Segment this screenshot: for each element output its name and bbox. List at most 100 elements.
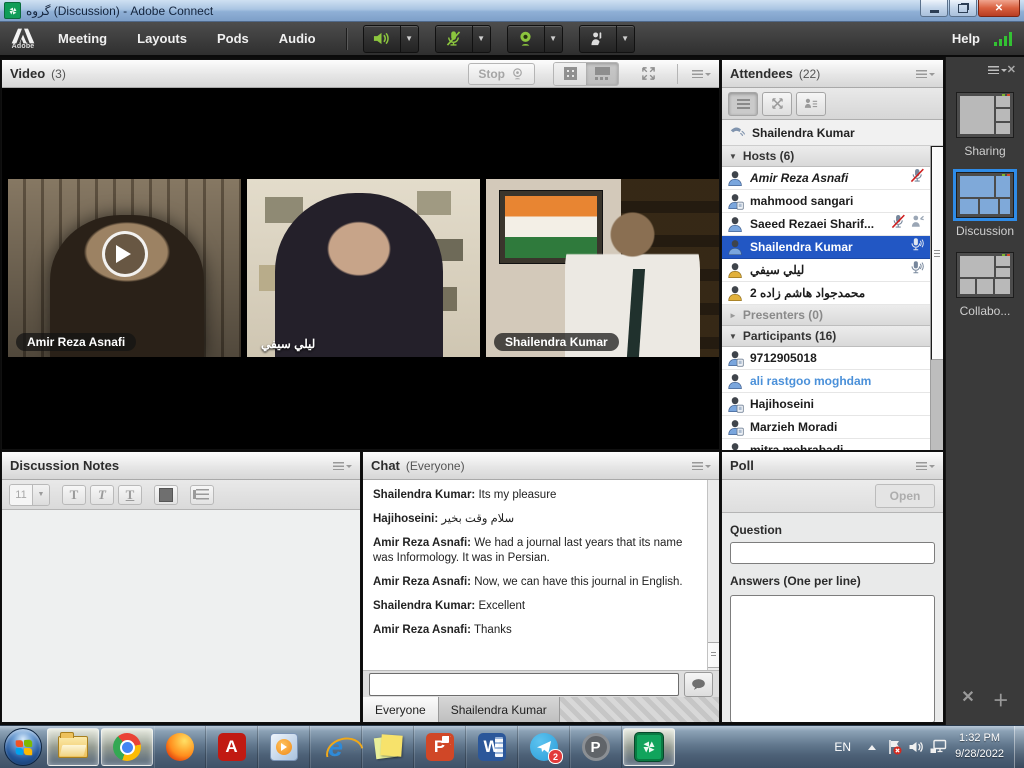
- poll-answers-textarea[interactable]: [730, 595, 935, 722]
- video-feed: Shailendra Kumar: [486, 179, 719, 357]
- speaker-button[interactable]: [363, 25, 401, 53]
- webcam-button[interactable]: [507, 25, 545, 53]
- attendee-row[interactable]: Amir Reza Asnafi: [722, 167, 930, 190]
- layout-sidebar-menu-icon[interactable]: [988, 64, 1007, 75]
- attendees-scrollbar[interactable]: [930, 146, 943, 450]
- fullscreen-button[interactable]: [635, 63, 661, 85]
- attendees-section-participants[interactable]: ▼ Participants (16): [722, 326, 930, 347]
- taskbar-acrobat[interactable]: A: [206, 726, 258, 768]
- taskbar-adobe-connect[interactable]: [623, 728, 675, 766]
- volume-icon[interactable]: [905, 726, 927, 768]
- attendees-pod-menu-icon[interactable]: [916, 68, 935, 79]
- attendee-row[interactable]: ليلي سيفي: [722, 259, 930, 282]
- raise-hand-button[interactable]: [579, 25, 617, 53]
- attendee-row[interactable]: mitra mehrabadi: [722, 439, 930, 450]
- poll-question-input[interactable]: [730, 542, 935, 564]
- attendee-avatar: [727, 216, 745, 233]
- send-message-button[interactable]: [684, 672, 713, 697]
- show-desktop-button[interactable]: [1014, 726, 1024, 768]
- filmstrip-view-button[interactable]: [586, 63, 618, 85]
- layout-tools-icon[interactable]: ✕: [961, 687, 974, 711]
- help-menu[interactable]: Help: [952, 31, 980, 46]
- webcam-dropdown[interactable]: ▼: [545, 25, 563, 53]
- attendees-section-hosts[interactable]: ▼ Hosts (6): [722, 146, 930, 167]
- action-center-flag-icon[interactable]: [883, 726, 905, 768]
- taskbar-explorer[interactable]: [47, 728, 99, 766]
- taskbar-chrome[interactable]: [101, 728, 153, 766]
- menus: Meeting Layouts Pods Audio: [58, 31, 346, 46]
- menu-audio[interactable]: Audio: [279, 31, 316, 46]
- taskbar-clock[interactable]: 1:32 PM 9/28/2022: [949, 731, 1014, 763]
- taskbar-telegram[interactable]: 2: [518, 726, 570, 768]
- attendee-row[interactable]: Marzieh Moradi: [722, 416, 930, 439]
- taskbar-powerpoint[interactable]: P: [414, 726, 466, 768]
- video-pod-menu-icon[interactable]: [692, 68, 711, 79]
- chat-message: Amir Reza Asnafi: Thanks: [373, 623, 697, 638]
- speaker-dropdown[interactable]: ▼: [401, 25, 419, 53]
- network-icon[interactable]: [927, 726, 949, 768]
- mic-live-icon: [909, 237, 925, 257]
- layout-label: Sharing: [964, 144, 1005, 158]
- triangle-right-icon: ►: [729, 311, 737, 320]
- attendees-section-presenters[interactable]: ► Presenters (0): [722, 305, 930, 326]
- taskbar-firefox[interactable]: [154, 726, 206, 768]
- restore-button[interactable]: [949, 0, 977, 17]
- sidebar-layout-discussion[interactable]: Discussion: [946, 172, 1024, 238]
- attendee-status-view-button[interactable]: [796, 92, 826, 116]
- attendee-row[interactable]: Hajihoseini: [722, 393, 930, 416]
- attendee-row[interactable]: محمدجواد هاشم زاده 2: [722, 282, 930, 305]
- attendee-row[interactable]: 9712905018: [722, 347, 930, 370]
- add-layout-icon[interactable]: ＋: [993, 687, 1009, 711]
- minimize-button[interactable]: [920, 0, 948, 17]
- language-indicator[interactable]: EN: [824, 740, 861, 754]
- attendee-row[interactable]: Shailendra Kumar: [722, 236, 930, 259]
- taskbar-ie[interactable]: e: [310, 726, 362, 768]
- attendee-avatar: [727, 396, 745, 413]
- attendees-pod-count: (22): [799, 67, 820, 81]
- menu-layouts[interactable]: Layouts: [137, 31, 187, 46]
- chat-tab-everyone[interactable]: Everyone: [363, 697, 439, 722]
- sticky-notes-icon: [374, 733, 402, 761]
- taskbar-psiphon[interactable]: P: [570, 726, 622, 768]
- menu-meeting[interactable]: Meeting: [58, 31, 107, 46]
- attendee-row[interactable]: mahmood sangari: [722, 190, 930, 213]
- attendees-pod-title: Attendees: [730, 66, 793, 81]
- attendee-row[interactable]: ali rastgoo moghdam: [722, 370, 930, 393]
- notes-pod-menu-icon[interactable]: [333, 460, 352, 471]
- breakout-view-button[interactable]: [762, 92, 792, 116]
- attendee-name: Hajihoseini: [750, 397, 920, 411]
- video-feed: ليلي سيفي: [247, 179, 480, 357]
- window-title: گروه (Discussion) - Adobe Connect: [26, 4, 920, 18]
- taskbar-wmp[interactable]: [258, 726, 310, 768]
- notes-editor-area[interactable]: [2, 510, 360, 722]
- grid-view-button[interactable]: [554, 63, 586, 85]
- attendee-list-view-button[interactable]: [728, 92, 758, 116]
- taskbar-sticky-notes[interactable]: [362, 726, 414, 768]
- chat-input[interactable]: [369, 673, 679, 696]
- poll-pod-menu-icon[interactable]: [916, 460, 935, 471]
- window-titlebar: گروه (Discussion) - Adobe Connect ✕: [0, 0, 1024, 22]
- microphone-dropdown[interactable]: ▼: [473, 25, 491, 53]
- stop-webcam-button[interactable]: Stop: [468, 63, 535, 85]
- menu-pods[interactable]: Pods: [217, 31, 249, 46]
- chat-scrollbar[interactable]: [707, 480, 719, 670]
- start-button[interactable]: [4, 728, 42, 766]
- close-button[interactable]: ✕: [978, 0, 1020, 17]
- chat-message: Amir Reza Asnafi: Now, we can have this …: [373, 575, 697, 590]
- sharing-layout-thumbnail: [956, 92, 1014, 138]
- video-feed-name: Amir Reza Asnafi: [16, 333, 136, 351]
- layout-sidebar-close-icon[interactable]: ✕: [1007, 63, 1016, 76]
- taskbar-word[interactable]: W: [466, 726, 518, 768]
- chat-input-row: [363, 670, 719, 697]
- sidebar-layout-collaboration[interactable]: Collabo...: [946, 252, 1024, 318]
- chat-sender: Amir Reza Asnafi:: [373, 537, 471, 549]
- hidden-icons-arrow[interactable]: [861, 726, 883, 768]
- microphone-muted-button[interactable]: [435, 25, 473, 53]
- chat-tab-shailendra-kumar[interactable]: Shailendra Kumar: [439, 697, 560, 722]
- attendee-row[interactable]: Saeed Rezaei Sharif...: [722, 213, 930, 236]
- play-button[interactable]: [102, 231, 148, 277]
- chat-pod-menu-icon[interactable]: [692, 460, 711, 471]
- video-feed: Amir Reza Asnafi: [8, 179, 241, 357]
- sidebar-layout-sharing[interactable]: Sharing: [946, 92, 1024, 158]
- raise-hand-dropdown[interactable]: ▼: [617, 25, 635, 53]
